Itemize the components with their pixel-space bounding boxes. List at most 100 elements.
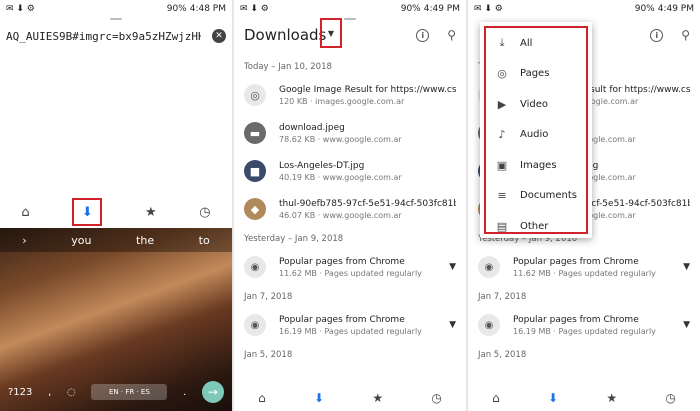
suggestion-word[interactable]: to — [199, 234, 210, 247]
list-item[interactable]: ◉ Popular pages from Chrome 11.62 MB · Pag… — [468, 248, 700, 286]
url-bar[interactable]: AQ_AUIES9B#imgrc=bx9a5zHZwjzHHM: ✕ — [6, 26, 226, 46]
item-title: Google Image Result for https://www.csta… — [279, 84, 456, 95]
history-icon[interactable]: ◷ — [665, 391, 675, 405]
item-title: Popular pages from Chrome — [279, 256, 405, 267]
url-input[interactable]: AQ_AUIES9B#imgrc=bx9a5zHZwjzHHM: — [6, 30, 201, 43]
history-icon[interactable]: ◷ — [199, 205, 210, 220]
section-header: Jan 7, 2018 — [478, 292, 527, 302]
home-icon[interactable]: ⌂ — [21, 205, 29, 220]
enter-key[interactable]: → — [201, 381, 224, 403]
keyboard-bottom-row: ?123 , ◌ EN · FR · ES . → — [0, 381, 232, 403]
expand-chevron-icon[interactable]: ▼ — [683, 320, 690, 330]
dog-thumbnail: ◆ — [244, 198, 266, 220]
bottom-toolbar: ⌂ ⬇ ★ ◷ — [468, 385, 700, 411]
list-item[interactable]: ◆ thul-90efb785-97cf-5e51-94cf-503fc81b…4… — [234, 190, 466, 228]
filter-option-audio[interactable]: ♪ Audio — [486, 120, 586, 151]
chrome-icon: ◉ — [244, 256, 266, 278]
drag-handle[interactable] — [344, 18, 356, 20]
expand-chevron-icon[interactable]: ▼ — [449, 320, 456, 330]
info-icon[interactable]: i — [650, 28, 664, 42]
download-icon[interactable]: ⬇ — [72, 198, 103, 226]
item-subtitle: 78.62 KB · www.google.com.ar — [279, 134, 402, 144]
city-thumbnail: ■ — [244, 160, 266, 182]
item-subtitle: 120 KB · images.google.com.ar — [279, 96, 405, 106]
symbols-key[interactable]: ?123 — [8, 387, 32, 398]
suggestion-word[interactable]: you — [71, 234, 91, 247]
home-icon[interactable]: ⌂ — [258, 391, 266, 405]
globe-icon[interactable]: ◌ — [67, 387, 76, 398]
page-title: Downloads — [244, 26, 327, 44]
comma-key[interactable]: , — [48, 387, 51, 398]
filter-option-label: Audio — [520, 129, 549, 141]
item-subtitle: 11.62 MB · Pages updated regularly — [513, 268, 656, 278]
search-icon[interactable]: ⚲ — [447, 28, 456, 42]
chrome-icon: ◉ — [478, 314, 500, 336]
list-item[interactable]: ◎ Google Image Result for https://www.cst… — [234, 76, 466, 114]
filter-option-label: Pages — [520, 68, 550, 80]
item-subtitle: 11.62 MB · Pages updated regularly — [279, 268, 422, 278]
item-subtitle: 40.19 KB · www.google.com.ar — [279, 172, 402, 182]
filter-option-label: Images — [520, 159, 557, 171]
info-icon[interactable]: i — [416, 28, 430, 42]
battery-level: 90% — [634, 4, 655, 14]
filter-option-label: Video — [520, 98, 549, 110]
list-item[interactable]: ◉ Popular pages from Chrome 16.19 MB · Pag… — [234, 306, 466, 344]
filter-menu: ⤓ All ◎ Pages ▶ Video ♪ Audio ▣ Images ≡ Documents ▤… — [480, 22, 592, 238]
star-icon[interactable]: ★ — [606, 391, 617, 405]
filter-option-video[interactable]: ▶ Video — [486, 89, 586, 120]
section-header: Yesterday – Jan 9, 2018 — [244, 234, 344, 244]
video-icon: ▶ — [497, 97, 507, 111]
expand-chevron-icon[interactable]: ▼ — [683, 262, 690, 272]
download-icon: ⤓ — [499, 36, 505, 50]
chrome-icon: ◉ — [478, 256, 500, 278]
battery-level: 90% — [166, 4, 187, 14]
home-icon[interactable]: ⌂ — [492, 391, 500, 405]
item-title: Popular pages from Chrome — [513, 256, 639, 267]
status-notifications: ✉ ⬇ ⚙ — [6, 4, 35, 14]
suggestion-word[interactable]: the — [136, 234, 154, 247]
filter-option-pages[interactable]: ◎ Pages — [486, 59, 586, 90]
filter-option-label: Documents — [520, 190, 578, 202]
car-thumbnail: ▬ — [244, 122, 266, 144]
clear-icon[interactable]: ✕ — [212, 29, 226, 43]
item-subtitle: 46.07 KB · www.google.com.ar — [279, 210, 402, 220]
filter-dropdown-button[interactable]: ▼ — [320, 18, 342, 48]
space-key[interactable]: EN · FR · ES — [91, 384, 168, 400]
filter-option-images[interactable]: ▣ Images — [486, 150, 586, 181]
star-icon[interactable]: ★ — [145, 205, 157, 220]
drag-handle[interactable] — [110, 18, 122, 20]
filter-option-documents[interactable]: ≡ Documents — [486, 181, 586, 212]
status-bar: ✉ ⬇ ⚙ 90% 4:48 PM — [0, 0, 232, 18]
list-item[interactable]: ◉ Popular pages from Chrome 16.19 MB · Pag… — [468, 306, 700, 344]
period-key[interactable]: . — [183, 387, 186, 398]
download-icon[interactable]: ⬇ — [548, 391, 558, 405]
downloads-header: Downloads i ⚲ — [234, 22, 466, 48]
star-icon[interactable]: ★ — [372, 391, 383, 405]
clock: 4:49 PM — [657, 4, 694, 14]
filter-option-other[interactable]: ▤ Other — [486, 211, 586, 242]
filter-option-all[interactable]: ⤓ All — [486, 28, 586, 59]
globe-icon: ◎ — [244, 84, 266, 106]
downloads-list: Today – Jan 10, 2018 ◎ Google Image Result… — [234, 56, 466, 364]
section-header: Jan 7, 2018 — [244, 292, 293, 302]
downloads-filter-panel: ✉ ⬇ ⚙ 90% 4:49 PM i ⚲ Today – Jan 10, 20… — [468, 0, 700, 411]
expand-chevron-icon[interactable]: ▼ — [449, 262, 456, 272]
filter-option-label: All — [520, 37, 533, 49]
search-icon[interactable]: ⚲ — [681, 28, 690, 42]
item-title: Popular pages from Chrome — [513, 314, 639, 325]
item-subtitle: 16.19 MB · Pages updated regularly — [279, 326, 422, 336]
download-icon[interactable]: ⬇ — [314, 391, 324, 405]
item-title: thul-90efb785-97cf-5e51-94cf-503fc81b… — [279, 198, 456, 209]
suggestion-expand-icon[interactable]: › — [22, 234, 26, 247]
globe-icon: ◎ — [497, 67, 507, 81]
keyboard: › you the to ?123 , ◌ EN · FR · ES . → — [0, 228, 232, 411]
list-item[interactable]: ▬ download.jpeg78.62 KB · www.google.com.… — [234, 114, 466, 152]
status-bar: ✉ ⬇ ⚙ 90% 4:49 PM — [468, 0, 700, 18]
history-icon[interactable]: ◷ — [431, 391, 441, 405]
downloads-panel: ✉ ⬇ ⚙ 90% 4:49 PM Downloads i ⚲ ▼ Today … — [234, 0, 466, 411]
status-bar: ✉ ⬇ ⚙ 90% 4:49 PM — [234, 0, 466, 18]
list-item[interactable]: ■ Los-Angeles-DT.jpg40.19 KB · www.google… — [234, 152, 466, 190]
status-notifications: ✉ ⬇ ⚙ — [240, 4, 269, 14]
list-item[interactable]: ◉ Popular pages from Chrome 11.62 MB · Pag… — [234, 248, 466, 286]
bottom-toolbar: ⌂ ⬇ ★ ◷ — [0, 198, 232, 226]
